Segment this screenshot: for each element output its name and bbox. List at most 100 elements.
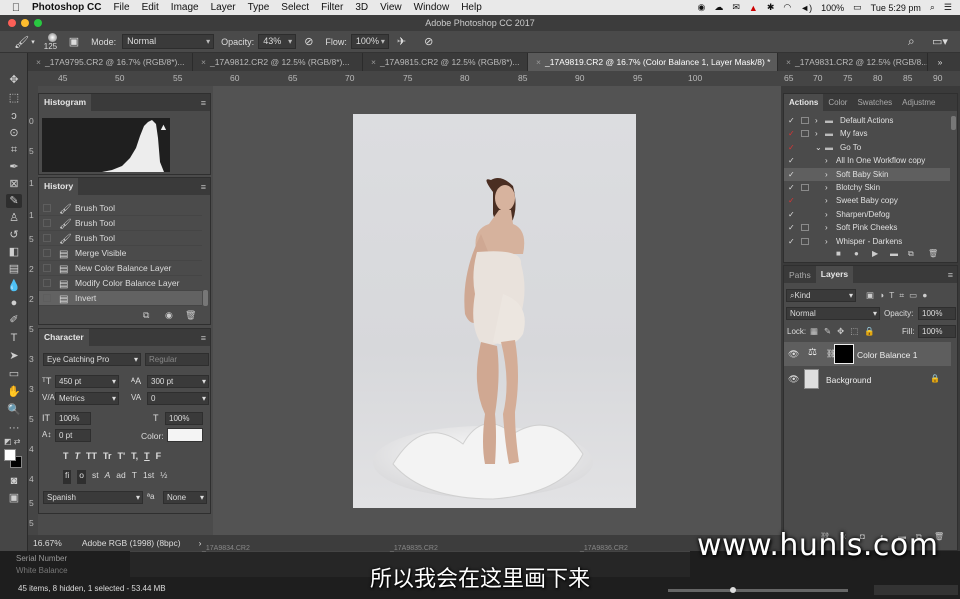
strikethrough-button[interactable]: F: [156, 451, 162, 463]
layer-mask-thumbnail[interactable]: [834, 344, 854, 364]
checkmark-icon[interactable]: ✓: [788, 221, 795, 234]
brush-tool-icon[interactable]: ✎: [6, 194, 22, 208]
tab-document-1[interactable]: × _17A9795.CR2 @ 16.7% (RGB/8*)...: [28, 53, 193, 71]
history-item[interactable]: 🖌 Brush Tool: [39, 201, 202, 216]
close-icon[interactable]: ×: [371, 57, 376, 67]
wifi-icon[interactable]: ◠: [783, 2, 791, 13]
path-select-tool-icon[interactable]: ➤: [6, 349, 22, 363]
faux-italic-button[interactable]: T: [75, 451, 81, 463]
panel-menu-icon[interactable]: ≡: [201, 333, 206, 343]
dialog-toggle[interactable]: [801, 224, 809, 232]
chevron-down-icon[interactable]: ▾: [31, 38, 35, 46]
chevron-down-icon[interactable]: ⌄: [815, 141, 822, 154]
chevron-right-icon[interactable]: ›: [825, 181, 828, 194]
dialog-toggle[interactable]: [801, 130, 809, 138]
history-source-checkbox[interactable]: [43, 264, 51, 272]
history-source-checkbox[interactable]: [43, 204, 51, 212]
marquee-tool-icon[interactable]: ⬚: [6, 91, 22, 105]
swash-button[interactable]: A: [105, 470, 111, 484]
action-item[interactable]: ✓ › Soft Pink Cheeks: [784, 221, 950, 234]
history-scrollbar[interactable]: [203, 290, 208, 306]
cloud-icon[interactable]: ☁: [714, 2, 723, 13]
stop-icon[interactable]: ■: [836, 249, 841, 258]
tab-character[interactable]: Character: [39, 329, 89, 346]
action-item[interactable]: ✓ › Blotchy Skin: [784, 181, 950, 194]
type-tool-icon[interactable]: T: [6, 331, 22, 345]
battery-percent[interactable]: 100%: [821, 3, 844, 13]
menu-layer[interactable]: Layer: [211, 2, 236, 13]
baseline-shift-input[interactable]: 0 pt: [55, 429, 91, 442]
more-tools-icon[interactable]: ···: [6, 421, 22, 435]
horizontal-scale-input[interactable]: 100%: [165, 412, 203, 425]
flow-input[interactable]: 100%: [350, 34, 389, 49]
record-icon[interactable]: ●: [854, 249, 859, 258]
titling-alternates-button[interactable]: T: [132, 470, 137, 484]
menu-filter[interactable]: Filter: [321, 2, 343, 13]
close-window-button[interactable]: [8, 19, 16, 27]
blur-tool-icon[interactable]: 💧: [6, 279, 22, 293]
brush-size-picker[interactable]: 125: [41, 32, 63, 52]
history-item[interactable]: 🖌 Brush Tool: [39, 231, 202, 246]
pressure-opacity-icon[interactable]: ⊘: [304, 35, 313, 48]
lock-transparent-icon[interactable]: ▦: [810, 326, 818, 337]
tracking-input[interactable]: 0 ▾: [147, 392, 209, 405]
move-tool-icon[interactable]: ✥: [6, 73, 22, 87]
spotlight-icon[interactable]: ⌕: [930, 2, 935, 13]
brush-preset-icon[interactable]: 🖌: [14, 35, 29, 49]
history-source-checkbox[interactable]: [43, 219, 51, 227]
frame-tool-icon[interactable]: ⊠: [6, 177, 22, 191]
tab-adjustments[interactable]: Adjustme: [897, 98, 940, 107]
font-family-select[interactable]: Eye Catching Pro ▾: [43, 353, 141, 366]
tabs-overflow-icon[interactable]: »: [928, 53, 952, 71]
menu-image[interactable]: Image: [171, 2, 199, 13]
adobe-icon[interactable]: ▲: [749, 3, 758, 13]
snapshot-icon[interactable]: ◉: [165, 310, 173, 321]
layer-name[interactable]: Color Balance 1: [857, 350, 917, 360]
visibility-eye-icon[interactable]: 👁: [788, 374, 799, 385]
volume-icon[interactable]: ◄): [800, 3, 812, 13]
checkmark-icon[interactable]: ✓: [788, 208, 795, 221]
type-filter-icon[interactable]: T: [889, 290, 894, 301]
ordinals-button[interactable]: 1st: [143, 470, 154, 484]
filmstrip-item[interactable]: _17A9834.CR2: [202, 545, 250, 552]
history-source-checkbox[interactable]: [43, 249, 51, 257]
dodge-tool-icon[interactable]: ●: [6, 296, 22, 310]
close-icon[interactable]: ×: [786, 57, 791, 67]
stamp-tool-icon[interactable]: ♙: [6, 211, 22, 225]
filmstrip-item[interactable]: _17A9835.CR2: [390, 545, 438, 552]
language-select[interactable]: Spanish ▾: [43, 491, 143, 504]
ligatures-button[interactable]: fi: [63, 470, 72, 484]
layer-row-color-balance[interactable]: 👁 ⚖ ⛓ Color Balance 1: [784, 342, 951, 366]
tab-document-active[interactable]: × _17A9819.CR2 @ 16.7% (Color Balance 1, …: [528, 53, 778, 71]
hand-tool-icon[interactable]: ✋: [6, 385, 22, 399]
warning-icon[interactable]: ▲: [159, 122, 168, 132]
eyedropper-tool-icon[interactable]: ✒: [6, 160, 22, 174]
subscript-button[interactable]: T,: [131, 451, 138, 463]
notification-icon[interactable]: ☰: [944, 2, 952, 13]
menu-file[interactable]: File: [113, 2, 129, 13]
mail-icon[interactable]: ✉: [732, 2, 740, 13]
superscript-button[interactable]: T': [118, 451, 126, 463]
actions-scrollbar[interactable]: [951, 116, 956, 130]
faux-bold-button[interactable]: T: [63, 451, 69, 463]
history-source-checkbox[interactable]: [43, 294, 51, 302]
battery-icon[interactable]: ▭: [853, 2, 862, 13]
tab-document-3[interactable]: × _17A9815.CR2 @ 12.5% (RGB/8*)...: [363, 53, 528, 71]
quick-select-tool-icon[interactable]: ⊙: [6, 126, 22, 140]
chevron-right-icon[interactable]: ›: [199, 538, 202, 548]
tab-histogram[interactable]: Histogram: [39, 94, 92, 111]
zoom-level[interactable]: 16.67%: [33, 538, 62, 548]
lock-position-icon[interactable]: ✥: [837, 326, 844, 337]
discretionary-ligatures-button[interactable]: st: [92, 470, 99, 484]
menu-view[interactable]: View: [380, 2, 402, 13]
chevron-right-icon[interactable]: ›: [815, 114, 818, 127]
panel-menu-icon[interactable]: ≡: [201, 98, 206, 108]
text-color-swatch[interactable]: [167, 428, 203, 442]
checkmark-icon[interactable]: ✓: [788, 127, 795, 140]
eraser-tool-icon[interactable]: ◧: [6, 245, 22, 259]
lasso-tool-icon[interactable]: ↄ: [6, 109, 22, 123]
chevron-right-icon[interactable]: ›: [825, 154, 828, 167]
leading-input[interactable]: 300 pt ▾: [147, 375, 209, 388]
pressure-size-icon[interactable]: ⊘: [424, 35, 433, 48]
blend-mode-select[interactable]: Normal ▾: [786, 307, 880, 320]
